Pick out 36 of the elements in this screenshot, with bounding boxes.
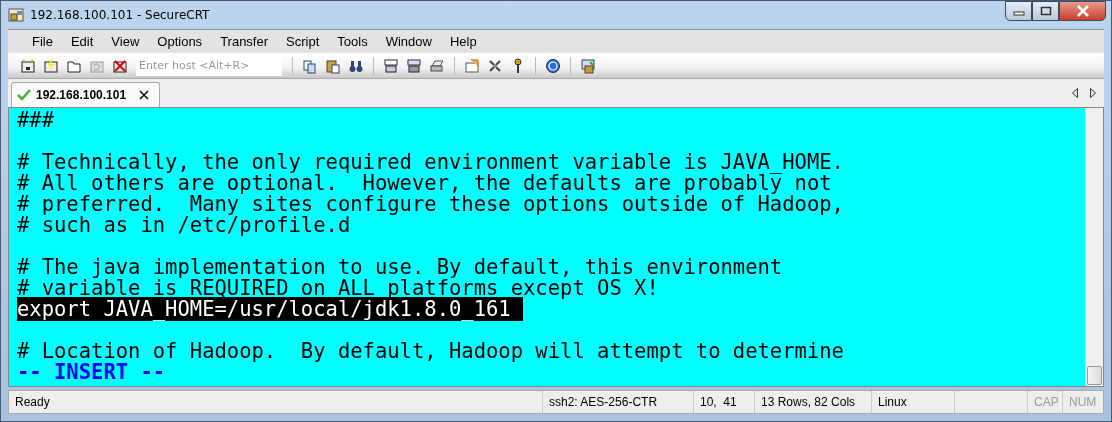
status-text: 10, 41 [693, 391, 754, 413]
menu-item[interactable]: Edit [60, 34, 102, 49]
menu-item[interactable]: File [22, 34, 61, 49]
status-text: 13 Rows, 82 Cols [754, 391, 871, 413]
menu-item[interactable]: View [101, 34, 148, 49]
status-text: NUM [1062, 391, 1103, 413]
session-tab[interactable]: 192.168.100.101 [11, 82, 161, 107]
terminal-line: # Location of Hadoop. By default, Hadoop will attempt to determine [17, 339, 844, 363]
close-icon [1075, 5, 1090, 17]
mode-indicator: -- INSERT -- [17, 360, 166, 384]
scrollbar[interactable] [1085, 108, 1103, 386]
scroll-thumb[interactable] [1087, 366, 1102, 385]
host-field[interactable]: Enter host <Alt+R> [136, 55, 282, 76]
status-text: CAP [1027, 391, 1062, 413]
menu-item[interactable]: Script [276, 34, 328, 49]
terminal-line: # Technically, the only required environment variable is JAVA_HOME. [17, 150, 844, 174]
terminal-line: # The java implementation to use. By default, this environment [17, 255, 783, 279]
status-text: Linux [871, 391, 954, 413]
menu-item[interactable]: Options [147, 34, 211, 49]
right-arrow-icon[interactable] [1090, 88, 1096, 98]
menu-item[interactable]: Transfer [210, 34, 277, 49]
maximize-icon [1039, 6, 1052, 16]
app-icon [8, 7, 24, 23]
menu-item[interactable]: Tools [327, 34, 376, 49]
left-arrow-icon[interactable] [1072, 88, 1078, 98]
minimize-button[interactable] [1005, 1, 1032, 21]
status-text: Ready [14, 394, 51, 411]
maximize-button[interactable] [1032, 1, 1059, 21]
menu-item[interactable]: Help [439, 34, 485, 49]
terminal-line: ### [17, 108, 55, 132]
window-title: 192.168.100.101 - SecureCRT [30, 8, 210, 22]
menu-item[interactable]: Window [375, 34, 440, 49]
close-icon[interactable] [139, 90, 150, 100]
close-button[interactable] [1059, 1, 1106, 21]
status-text: ssh2: AES-256-CTR [542, 391, 693, 413]
check-icon [17, 89, 31, 101]
